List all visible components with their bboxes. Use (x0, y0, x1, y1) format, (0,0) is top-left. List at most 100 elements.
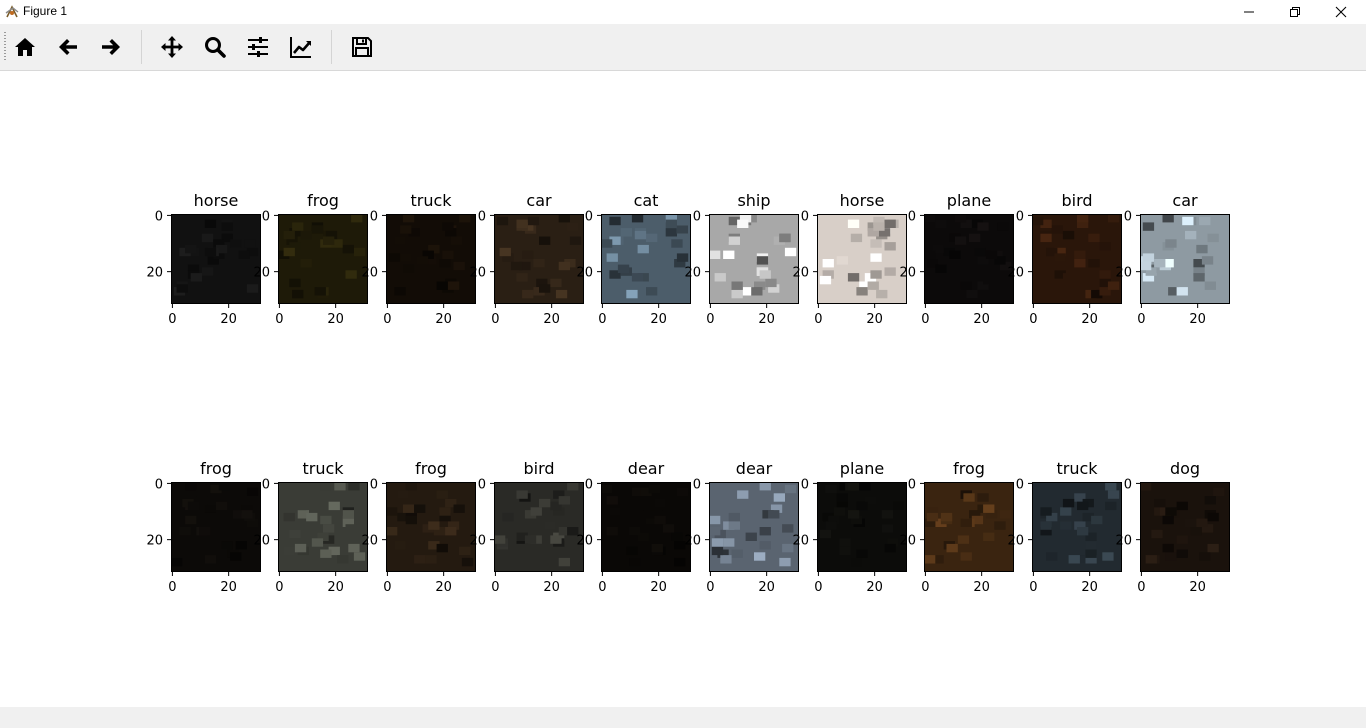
minimize-button[interactable] (1226, 0, 1272, 24)
image-pixel-block (292, 222, 304, 231)
image-pixel-block (651, 543, 663, 553)
subplot-title: frog (307, 191, 339, 210)
image-pixel-block (665, 219, 677, 228)
x-tick-label: 0 (491, 312, 499, 327)
image-pixel-block (558, 214, 570, 223)
image-pixel-block (550, 535, 562, 544)
image-pixel-block (881, 524, 893, 533)
y-tick-label: 20 (576, 534, 593, 549)
back-arrow-icon (59, 39, 77, 55)
image-pixel-block (765, 278, 777, 288)
image-pixel-block (768, 510, 780, 519)
image-pixel-block (1099, 270, 1111, 279)
image-pixel-block (292, 289, 304, 299)
image-pixel-block (1204, 496, 1216, 505)
y-tick-label: 0 (693, 477, 701, 492)
window-title: Figure 1 (23, 4, 68, 18)
image-pixel-block (204, 247, 217, 257)
image-pixel-block (450, 236, 462, 245)
image-pixel-block (522, 250, 534, 259)
y-tick-label: 0 (1124, 209, 1132, 224)
image-pixel-block (759, 482, 771, 491)
y-tick-label: 0 (262, 209, 270, 224)
image-pixel-block (709, 515, 721, 525)
pan-button[interactable] (158, 33, 186, 61)
image-pixel-block (394, 541, 406, 550)
image-pixel-block (935, 219, 947, 228)
image-pixel-block (1185, 518, 1197, 527)
configure-subplots-button[interactable] (244, 33, 272, 61)
image-pixel-block (601, 239, 613, 248)
image-pixel-block (289, 278, 301, 288)
y-tick-label: 0 (1124, 477, 1132, 492)
image-pixel-block (1040, 521, 1052, 530)
zoom-icon (205, 37, 226, 58)
image-pixel-block (405, 482, 417, 491)
subplot-title: horse (194, 191, 239, 210)
image-pixel-block (459, 214, 471, 223)
restore-button[interactable] (1272, 0, 1318, 24)
x-tick-label: 20 (1189, 312, 1206, 327)
image-pixel-block (530, 507, 542, 516)
image-pixel-block (1162, 214, 1174, 223)
x-tick-label: 20 (650, 580, 667, 595)
image-pixel-block (400, 225, 412, 234)
image-pixel-block (756, 256, 769, 265)
image-pixel-block (246, 284, 259, 293)
image-pixel-block (1074, 250, 1086, 259)
subplot-title: cat (634, 191, 659, 210)
image-pixel-block (646, 233, 658, 243)
image-pixel-block (620, 228, 632, 237)
image-pixel-block (342, 510, 354, 519)
image-pixel-block (204, 555, 217, 564)
image-pixel-block (822, 259, 834, 268)
close-button[interactable] (1318, 0, 1364, 24)
image-pixel-block (221, 222, 233, 231)
image-pixel-block (235, 541, 247, 550)
y-tick-label: 0 (801, 477, 809, 492)
x-tick-label: 20 (435, 580, 452, 595)
save-button[interactable] (348, 33, 376, 61)
image-grid-plot: horse 0 20 0 20 frog 0 20 0 20 truck 0 20 0 20 car 0 20 0 2… (146, 191, 1230, 595)
toolbar-grip[interactable] (4, 32, 6, 62)
image-pixel-block (873, 222, 885, 231)
image-pixel-block (1201, 256, 1214, 265)
figure-canvas[interactable]: horse 0 20 0 20 frog 0 20 0 20 truck 0 20 0 20 car 0 20 0 2… (0, 71, 1366, 707)
forward-button[interactable] (97, 33, 125, 61)
image-pixel-block (1190, 527, 1202, 536)
image-pixel-block (759, 270, 771, 279)
image-pixel-block (428, 521, 440, 530)
image-pixel-block (856, 287, 868, 296)
image-pixel-block (856, 549, 868, 558)
image-pixel-block (709, 527, 721, 536)
x-tick-label: 20 (435, 312, 452, 327)
zoom-button[interactable] (201, 33, 229, 61)
x-tick-label: 20 (1081, 312, 1098, 327)
back-button[interactable] (54, 33, 82, 61)
image-pixel-block (606, 527, 618, 536)
image-pixel-block (348, 482, 360, 491)
image-pixel-block (1068, 555, 1080, 564)
image-pixel-block (1102, 552, 1114, 561)
x-tick-label: 20 (866, 312, 883, 327)
y-tick-label: 0 (155, 477, 163, 492)
y-tick-label: 20 (1115, 266, 1132, 281)
y-tick-label: 0 (478, 209, 486, 224)
image-pixel-block (1107, 281, 1120, 290)
image-pixel-block (728, 512, 740, 522)
edit-axis-button[interactable] (287, 33, 315, 61)
image-pixel-block (394, 287, 406, 296)
x-tick-label: 0 (168, 580, 176, 595)
image-pixel-block (527, 216, 540, 226)
image-pixel-block (1051, 225, 1063, 234)
image-pixel-block (397, 490, 409, 499)
image-pixel-block (1099, 242, 1111, 251)
image-pixel-block (676, 253, 689, 262)
image-pixel-block (745, 532, 757, 541)
image-pixel-block (539, 236, 551, 245)
image-pixel-block (1154, 259, 1166, 268)
home-button[interactable] (11, 33, 39, 61)
y-tick-label: 20 (146, 534, 163, 549)
image-pixel-block (606, 253, 618, 262)
x-tick-label: 20 (220, 580, 237, 595)
